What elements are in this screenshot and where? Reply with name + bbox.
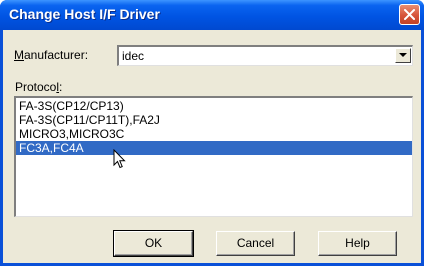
help-button[interactable]: Help (318, 231, 397, 256)
protocol-listbox[interactable]: FA-3S(CP12/CP13) FA-3S(CP11/CP11T),FA2J … (14, 96, 413, 217)
close-button[interactable] (399, 4, 420, 25)
cancel-button[interactable]: Cancel (216, 231, 295, 256)
manufacturer-value: idec (122, 49, 145, 63)
list-item[interactable]: FA-3S(CP11/CP11T),FA2J (16, 113, 412, 127)
manufacturer-label: Manufacturer: (14, 48, 89, 62)
list-item-selected[interactable]: FC3A,FC4A (16, 141, 412, 155)
list-item[interactable]: MICRO3,MICRO3C (16, 127, 412, 141)
mouse-pointer-icon (113, 149, 126, 169)
close-icon (404, 9, 415, 20)
dialog-title: Change Host I/F Driver (9, 6, 160, 22)
dialog-window: Change Host I/F Driver Manufacturer: ide… (0, 0, 424, 266)
list-item[interactable]: FA-3S(CP12/CP13) (16, 99, 412, 113)
title-bar[interactable]: Change Host I/F Driver (0, 0, 424, 30)
dialog-body: Manufacturer: idec Protocol: FA-3S(CP12/… (3, 30, 421, 263)
manufacturer-dropdown[interactable]: idec (117, 45, 413, 66)
chevron-down-icon (399, 53, 407, 57)
dropdown-button[interactable] (395, 48, 411, 63)
ok-button[interactable]: OK (113, 230, 194, 257)
protocol-label: Protocol: (15, 80, 63, 94)
